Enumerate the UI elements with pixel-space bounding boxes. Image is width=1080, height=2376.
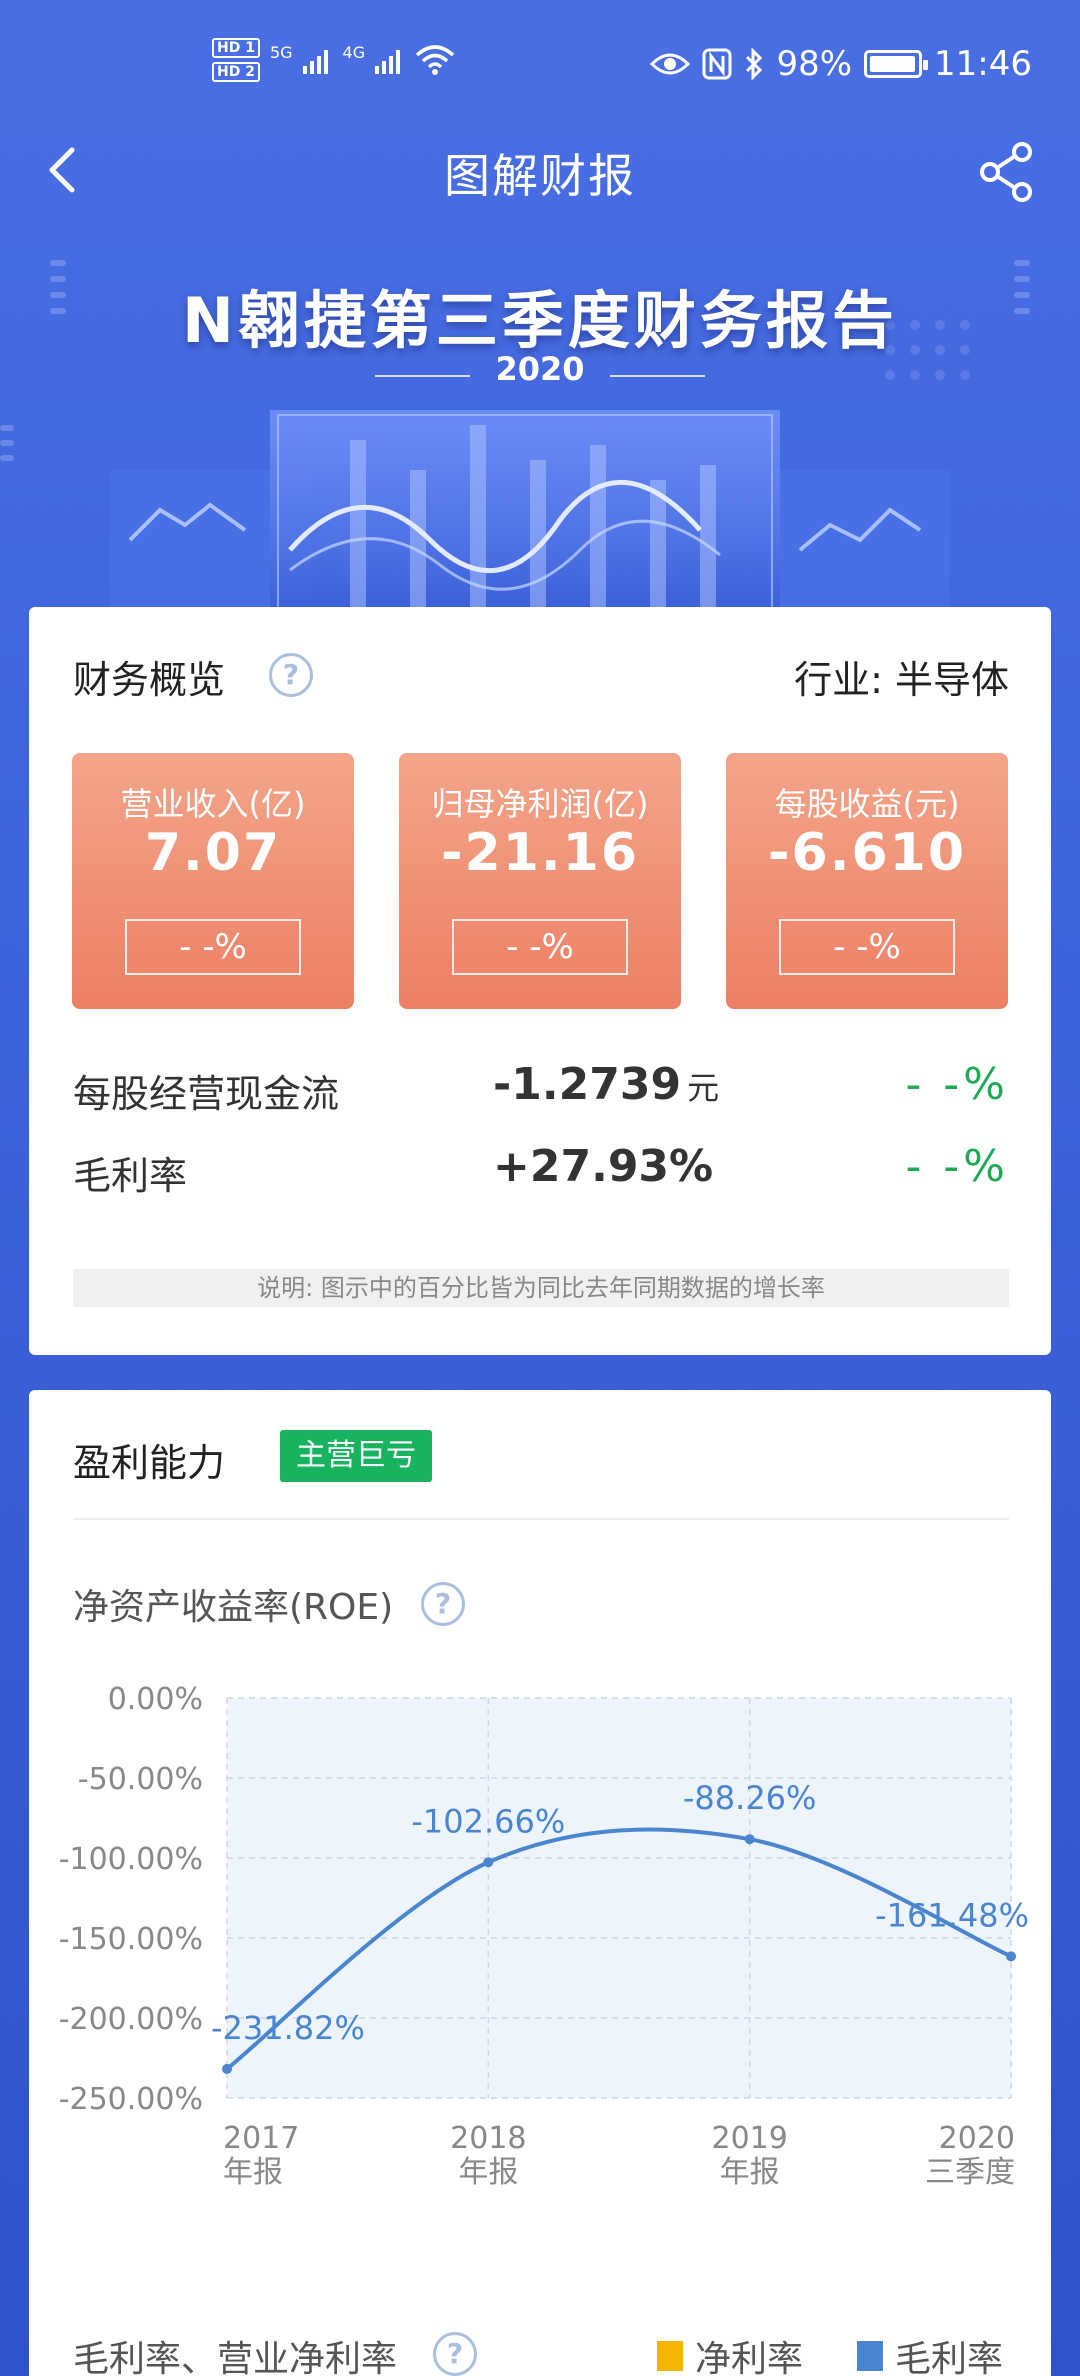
kv-unit: 元 [687, 1069, 720, 1107]
y-tick-label: -50.00% [78, 1762, 203, 1797]
metric-tile-eps[interactable]: 每股收益(元) -6.610 - -% [726, 753, 1008, 1009]
legend: 毛利率 [857, 2330, 1003, 2376]
roe-data-point [1006, 1951, 1016, 1962]
metric-label: 归母净利润(亿) [431, 785, 649, 823]
eye-icon [650, 53, 691, 75]
top-nav: 图解财报 [0, 130, 1080, 210]
x-tick-label: 2019 [711, 2121, 787, 2156]
metric-label: 营业收入(亿) [120, 785, 306, 823]
x-tick-sublabel: 年报 [720, 2155, 780, 2190]
kv-value-number: +27.93% [493, 1141, 714, 1192]
hd2-badge: HD 2 [212, 62, 260, 82]
share-icon [980, 142, 1032, 202]
roe-data-label: -231.82% [211, 2009, 365, 2047]
footnote: 说明: 图示中的百分比皆为同比去年同期数据的增长率 [73, 1269, 1009, 1307]
y-tick-label: 0.00% [108, 1682, 203, 1717]
nfc-icon [702, 48, 732, 80]
metric-tile-revenue[interactable]: 营业收入(亿) 7.07 - -% [72, 753, 354, 1009]
overview-card: 财务概览 ? 行业: 半导体 营业收入(亿) 7.07 - -% 归母净利润(亿… [29, 607, 1051, 1355]
page-title: 图解财报 [444, 149, 636, 203]
roe-data-point [222, 2063, 232, 2074]
help-icon[interactable]: ? [421, 1582, 465, 1626]
legend-swatch-gross [857, 2341, 883, 2371]
metric-value: -21.16 [440, 823, 640, 883]
roe-data-label: -161.48% [875, 1896, 1029, 1934]
kv-value: +27.93% [493, 1141, 719, 1192]
help-icon[interactable]: ? [269, 653, 313, 697]
legend-swatch-net [657, 2341, 683, 2371]
roe-data-point [483, 1857, 494, 1868]
report-title: N翱捷第三季度财务报告 [182, 284, 898, 357]
metric-change: - -% [779, 919, 955, 975]
x-tick-sublabel: 三季度 [925, 2155, 1015, 2190]
overview-title: 财务概览 [73, 658, 226, 702]
status-badge: 主营巨亏 [280, 1430, 432, 1482]
legend: 净利率 [657, 2330, 803, 2376]
profitability-card: 盈利能力 主营巨亏 净资产收益率(ROE) ? 0.00% -50.00% -100… [29, 1390, 1051, 2376]
x-tick-label: 2018 [450, 2121, 526, 2156]
x-tick-sublabel: 年报 [458, 2155, 518, 2190]
roe-data-label: -102.66% [411, 1802, 565, 1840]
status-bar: HD 1 HD 2 5G 4G 98% 11:46 [0, 0, 1080, 130]
report-banner: N翱捷第三季度财务报告 2020 [0, 210, 1080, 610]
kv-change: - -% [905, 1141, 1009, 1192]
share-button[interactable] [976, 140, 1040, 204]
status-right: 98% 11:46 [650, 44, 1032, 84]
y-tick-label: -150.00% [59, 1922, 203, 1957]
metric-change: - -% [452, 919, 628, 975]
legend-label-net: 净利率 [695, 2339, 804, 2376]
y-tick-label: -200.00% [59, 2002, 203, 2037]
kv-row-cashflow: 每股经营现金流 -1.2739 元 - -% [73, 1059, 1009, 1123]
signal-icon [375, 50, 401, 74]
report-year: 2020 [495, 350, 585, 388]
bluetooth-icon [746, 48, 763, 80]
margin-chart-title: 毛利率、营业净利率 [73, 2339, 398, 2376]
metric-tile-net-profit[interactable]: 归母净利润(亿) -21.16 - -% [399, 753, 681, 1009]
metric-change: - -% [125, 919, 301, 975]
legend-label-gross: 毛利率 [895, 2339, 1004, 2376]
roe-title: 净资产收益率(ROE) [73, 1587, 394, 1628]
battery-fill [870, 56, 916, 72]
roe-data-label: -88.26% [683, 1779, 817, 1817]
roe-line-chart: 0.00% -50.00% -100.00% -150.00% -200.00% -250… [59, 1682, 1029, 2190]
profit-title: 盈利能力 [73, 1441, 226, 1485]
y-tick-label: -250.00% [59, 2082, 203, 2117]
industry-label: 行业: 半导体 [794, 658, 1009, 702]
kv-change: - -% [905, 1059, 1009, 1110]
hd1-badge: HD 1 [212, 38, 260, 58]
divider [73, 1518, 1009, 1520]
wifi-icon [415, 45, 455, 75]
kv-row-gross-margin: 毛利率 +27.93% - -% [73, 1141, 1009, 1205]
metric-label: 每股收益(元) [774, 785, 960, 823]
kv-label: 每股经营现金流 [73, 1072, 340, 1116]
help-icon[interactable]: ? [433, 2332, 477, 2376]
y-tick-label: -100.00% [59, 1842, 203, 1877]
metric-value: 7.07 [144, 823, 282, 883]
signal-group: HD 1 HD 2 5G 4G [212, 38, 455, 82]
metric-value: -6.610 [767, 823, 967, 883]
net1-label: 5G [269, 42, 293, 62]
kv-value-number: -1.2739 [493, 1059, 682, 1110]
battery-percent: 98% [776, 44, 853, 84]
x-tick-label: 2020 [939, 2121, 1015, 2156]
kv-label: 毛利率 [73, 1154, 188, 1198]
x-tick-label: 2017 [223, 2121, 299, 2156]
signal-icon [302, 50, 328, 74]
roe-data-point [744, 1834, 755, 1845]
x-tick-sublabel: 年报 [223, 2155, 283, 2190]
net2-label: 4G [342, 42, 366, 62]
status-time: 11:46 [934, 44, 1032, 84]
kv-value: -1.2739 元 [493, 1059, 719, 1110]
battery-icon [864, 50, 929, 78]
